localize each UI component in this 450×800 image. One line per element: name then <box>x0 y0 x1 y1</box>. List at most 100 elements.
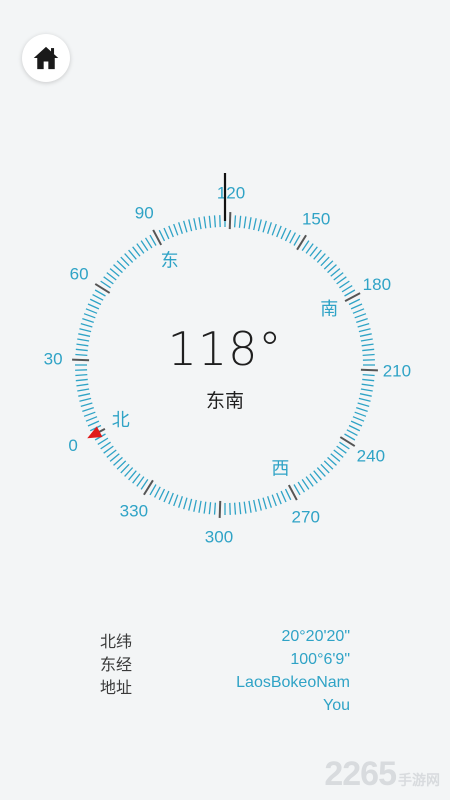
minor-tick <box>208 215 212 228</box>
minor-tick <box>316 467 326 477</box>
minor-tick <box>330 268 341 277</box>
minor-tick <box>348 298 361 306</box>
minor-tick <box>309 246 318 257</box>
minor-tick <box>346 429 358 436</box>
minor-tick <box>284 488 292 501</box>
minor-tick <box>116 260 127 270</box>
minor-tick <box>183 220 188 233</box>
minor-tick <box>124 253 134 263</box>
location-info: 北纬 20°20'20" 东经 100°6'9" 地址 LaosBokeoNam… <box>100 628 360 720</box>
minor-tick <box>83 313 96 319</box>
minor-tick <box>305 476 314 487</box>
latitude-label: 北纬 <box>100 632 133 651</box>
minor-tick <box>198 500 202 513</box>
minor-tick <box>333 449 344 458</box>
watermark-suffix: 手游网 <box>398 772 440 788</box>
minor-tick <box>120 256 130 267</box>
minor-tick <box>92 294 104 301</box>
minor-tick <box>233 215 237 228</box>
minor-tick <box>188 219 193 232</box>
minor-tick <box>253 218 257 231</box>
minor-tick <box>87 303 100 310</box>
minor-tick <box>203 501 207 514</box>
minor-tick <box>103 445 114 454</box>
minor-tick <box>109 453 120 462</box>
minor-tick <box>248 217 252 230</box>
minor-tick <box>87 420 100 427</box>
degree-label: 300 <box>205 527 233 546</box>
address-row: 地址 LaosBokeoNam <box>100 674 360 697</box>
minor-tick <box>333 272 344 281</box>
minor-tick <box>248 500 252 513</box>
minor-tick <box>336 445 347 454</box>
minor-tick <box>168 492 174 505</box>
minor-tick <box>149 234 157 246</box>
degree-label: 90 <box>135 204 154 223</box>
minor-tick <box>257 219 262 232</box>
minor-tick <box>348 424 361 432</box>
minor-tick <box>213 215 217 228</box>
minor-tick <box>271 494 277 507</box>
minor-tick <box>183 497 188 510</box>
minor-tick <box>320 256 330 267</box>
longitude-row: 东经 100°6'9" <box>100 651 360 674</box>
minor-tick <box>136 476 145 487</box>
minor-tick <box>253 499 257 512</box>
minor-tick <box>352 308 365 314</box>
minor-tick <box>163 490 170 503</box>
minor-tick <box>158 488 166 501</box>
minor-tick <box>344 289 356 297</box>
minor-tick <box>103 276 114 285</box>
minor-tick <box>89 298 102 306</box>
latitude-value: 20°20'20" <box>281 628 350 645</box>
minor-tick <box>128 470 137 481</box>
minor-tick <box>140 240 149 251</box>
major-tick <box>228 212 232 230</box>
minor-tick <box>113 456 123 466</box>
minor-tick <box>144 237 153 249</box>
minor-tick <box>178 496 183 508</box>
cardinal-label-east: 东 <box>161 250 179 271</box>
minor-tick <box>85 308 98 314</box>
minor-tick <box>140 479 149 490</box>
major-tick <box>218 500 222 518</box>
direction-readout: 东南 <box>205 390 244 412</box>
degree-label: 270 <box>292 507 320 526</box>
minor-tick <box>323 460 334 470</box>
minor-tick <box>293 234 301 246</box>
minor-tick <box>94 289 106 297</box>
minor-tick <box>163 227 170 240</box>
minor-tick <box>262 220 267 233</box>
minor-tick <box>193 218 197 231</box>
address-value-line2: You <box>323 697 350 714</box>
minor-tick <box>243 501 247 514</box>
minor-tick <box>327 264 337 274</box>
minor-tick <box>188 498 193 511</box>
minor-tick <box>193 499 197 512</box>
minor-tick <box>339 280 350 289</box>
degree-label: 330 <box>120 501 148 520</box>
address-label: 地址 <box>100 678 133 697</box>
minor-tick <box>75 378 88 382</box>
minor-tick <box>350 420 363 427</box>
cardinal-label-west: 西 <box>271 459 289 480</box>
minor-tick <box>280 227 287 240</box>
minor-tick <box>85 416 98 422</box>
minor-tick <box>267 222 272 234</box>
degree-label: 150 <box>302 210 330 229</box>
minor-tick <box>301 240 310 251</box>
minor-tick <box>113 264 123 274</box>
longitude-value: 100°6'9" <box>290 651 350 668</box>
minor-tick <box>149 484 157 496</box>
compass-dial: 0306090120150180210240270300330北东南西 <box>44 173 411 546</box>
minor-tick <box>271 223 277 236</box>
minor-tick <box>323 260 334 270</box>
minor-tick <box>354 313 367 319</box>
minor-tick <box>168 225 174 238</box>
minor-tick <box>344 433 356 441</box>
cardinal-label-north: 北 <box>112 410 130 431</box>
minor-tick <box>243 216 247 229</box>
minor-tick <box>106 272 117 281</box>
minor-tick <box>276 492 282 505</box>
longitude-label: 东经 <box>100 655 133 674</box>
